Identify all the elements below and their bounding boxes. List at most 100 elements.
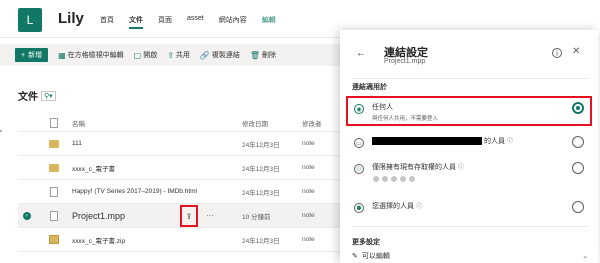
divider bbox=[352, 78, 588, 79]
table-row[interactable]: xxxx_c_電子書 24年12月3日 note bbox=[18, 156, 348, 180]
info-icon[interactable]: i bbox=[552, 48, 562, 58]
row-modified-by: note bbox=[302, 188, 315, 195]
row-share-button[interactable]: ⇪ bbox=[180, 205, 198, 227]
radio-selected[interactable] bbox=[572, 102, 584, 114]
file-list: 名稱 修改日期 修改者 111 24年12月3日 note xxxx_c_電子書… bbox=[18, 114, 348, 252]
new-label: 新增 bbox=[28, 52, 43, 59]
project-file-icon bbox=[50, 210, 58, 221]
nav-documents[interactable]: 文件 bbox=[129, 15, 143, 29]
row-name[interactable]: xxxx_c_電子書.zip bbox=[72, 235, 242, 245]
option-specific-people[interactable]: ⚉ 您選擇的人員 ⓘ bbox=[348, 201, 592, 213]
chevron-down-icon: ⌄ bbox=[582, 253, 588, 260]
divider bbox=[352, 226, 588, 227]
file-type-icon bbox=[50, 117, 58, 128]
nav-asset[interactable]: asset bbox=[187, 15, 204, 29]
zip-file-icon bbox=[49, 235, 59, 244]
back-arrow-icon[interactable]: ← bbox=[356, 48, 366, 59]
link-settings-panel: ← 連結設定 Project1.mpp i ✕ 連結適用於 ◉ 任何人 與任何人… bbox=[340, 30, 598, 263]
option-anyone[interactable]: ◉ 任何人 與任何人共用，不需要登入 bbox=[348, 102, 592, 122]
row-modified-by: note bbox=[302, 140, 315, 147]
option-existing-label: 僅限擁有現有存取權的人員 bbox=[372, 164, 456, 171]
html-file-icon bbox=[50, 186, 58, 197]
option-org-label: 的人員 bbox=[483, 138, 505, 145]
row-modified: 24年12月3日 bbox=[242, 141, 280, 149]
command-bar: + 新增 ▦ 在方格檢視中編輯 ▢ 開啟 ⇪ 共用 🔗 複製連結 🗑 刪除 bbox=[0, 44, 340, 66]
share-button[interactable]: ⇪ 共用 bbox=[167, 50, 190, 60]
avatar bbox=[408, 175, 416, 183]
delete-label: 刪除 bbox=[262, 52, 277, 59]
more-options-icon[interactable]: ··· bbox=[206, 211, 214, 220]
grid-edit-label: 在方格檢視中編輯 bbox=[67, 52, 124, 59]
row-modified-by: note bbox=[302, 212, 315, 219]
option-org[interactable]: ▭ 的人員 ⓘ bbox=[348, 136, 592, 148]
table-row-selected[interactable]: ✓ Project1.mpp 10 分鐘前 note ⇪ ··· bbox=[18, 204, 348, 228]
link-icon: 🔗 bbox=[199, 50, 210, 60]
header-name[interactable]: 名稱 bbox=[72, 118, 242, 128]
row-name[interactable]: xxxx_c_電子書 bbox=[72, 163, 242, 173]
radio[interactable] bbox=[572, 162, 584, 174]
open-button[interactable]: ▢ 開啟 bbox=[134, 50, 158, 60]
row-modified-by: note bbox=[302, 236, 315, 243]
nav-site-contents[interactable]: 網站內容 bbox=[219, 15, 247, 29]
avatar bbox=[381, 175, 389, 183]
row-modified: 24年12月3日 bbox=[242, 165, 280, 173]
share-icon: ⇪ bbox=[167, 50, 174, 60]
avatar bbox=[390, 175, 398, 183]
option-anyone-desc: 與任何人共用，不需要登入 bbox=[372, 116, 439, 122]
nav-edit[interactable]: 編輯 bbox=[262, 15, 276, 29]
open-icon: ▢ bbox=[133, 50, 142, 60]
info-icon: ⓘ bbox=[457, 165, 464, 171]
nav-pages[interactable]: 頁面 bbox=[158, 15, 172, 29]
library-title: 文件 ⚲▾ bbox=[18, 88, 56, 103]
table-row[interactable]: Happy! (TV Series 2017–2019) - IMDb.html… bbox=[18, 180, 348, 204]
table-row[interactable]: 111 24年12月3日 note bbox=[18, 132, 348, 156]
copy-link-label: 複製連結 bbox=[211, 52, 240, 59]
plus-icon: + bbox=[21, 51, 26, 59]
radio[interactable] bbox=[572, 136, 584, 148]
edge-marker: o bbox=[0, 128, 3, 133]
list-header: 名稱 修改日期 修改者 bbox=[18, 114, 348, 132]
avatar-group bbox=[372, 175, 464, 183]
folder-icon bbox=[49, 139, 59, 148]
row-modified-by: note bbox=[302, 164, 315, 171]
building-icon: ▭ bbox=[354, 138, 364, 148]
header-modified-by[interactable]: 修改者 bbox=[302, 118, 342, 128]
info-icon: ⓘ bbox=[506, 139, 513, 145]
more-settings-heading: 更多設定 bbox=[352, 239, 380, 246]
avatar bbox=[399, 175, 407, 183]
row-modified: 24年12月3日 bbox=[242, 189, 280, 197]
pencil-icon: ✎ bbox=[352, 253, 358, 260]
people-icon: ⚇ bbox=[354, 164, 364, 174]
site-logo[interactable]: L bbox=[18, 8, 42, 32]
trash-icon: 🗑 bbox=[249, 50, 261, 60]
avatar bbox=[372, 175, 380, 183]
header-modified[interactable]: 修改日期 bbox=[242, 118, 302, 128]
option-specific-label: 您選擇的人員 bbox=[372, 203, 414, 210]
copy-link-button[interactable]: 🔗 複製連結 bbox=[200, 50, 240, 60]
share-icon: ⇪ bbox=[185, 211, 193, 221]
option-existing-access[interactable]: ⚇ 僅限擁有現有存取權的人員 ⓘ bbox=[348, 162, 592, 183]
site-name[interactable]: Lily bbox=[58, 10, 84, 27]
permission-dropdown[interactable]: ✎ 可以編輯 ⌄ bbox=[352, 251, 588, 261]
table-row[interactable]: xxxx_c_電子書.zip 24年12月3日 note bbox=[18, 228, 348, 252]
row-name[interactable]: 111 bbox=[72, 140, 242, 147]
row-modified: 10 分鐘前 bbox=[242, 213, 271, 221]
row-modified: 24年12月3日 bbox=[242, 237, 280, 245]
delete-button[interactable]: 🗑 刪除 bbox=[250, 50, 276, 60]
redacted-org-name bbox=[372, 137, 482, 146]
grid-edit-button[interactable]: ▦ 在方格檢視中編輯 bbox=[58, 50, 124, 60]
section-label: 連結適用於 bbox=[352, 84, 387, 91]
info-icon: ⓘ bbox=[415, 204, 422, 210]
folder-icon bbox=[49, 163, 59, 172]
open-label: 開啟 bbox=[143, 52, 158, 59]
permission-label: 可以編輯 bbox=[361, 253, 390, 260]
check-icon[interactable]: ✓ bbox=[23, 211, 31, 220]
radio[interactable] bbox=[572, 201, 584, 213]
close-icon[interactable]: ✕ bbox=[572, 46, 580, 57]
row-name[interactable]: Project1.mpp bbox=[72, 211, 242, 221]
globe-icon: ◉ bbox=[354, 104, 364, 114]
row-name[interactable]: Happy! (TV Series 2017–2019) - IMDb.html bbox=[72, 188, 242, 195]
nav-home[interactable]: 首頁 bbox=[100, 15, 114, 29]
view-icon[interactable]: ⚲▾ bbox=[41, 90, 56, 101]
new-button[interactable]: + 新增 bbox=[15, 48, 49, 62]
